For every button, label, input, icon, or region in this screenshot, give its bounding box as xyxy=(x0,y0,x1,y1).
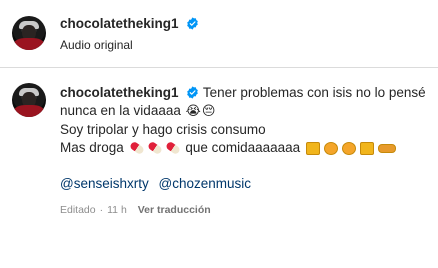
caption-text-4b: que comidaaaaaaa xyxy=(185,140,301,155)
caption-text-4a: Mas droga xyxy=(60,140,124,155)
avatar[interactable] xyxy=(12,16,46,50)
comment-avatar[interactable] xyxy=(12,83,46,117)
audio-link[interactable]: Audio original xyxy=(60,38,133,52)
verified-badge-icon xyxy=(187,17,199,30)
pill-icon xyxy=(146,141,163,156)
crying-face-icon: 😭 xyxy=(185,104,201,119)
potato-icon xyxy=(323,141,338,155)
timestamp[interactable]: 11 h xyxy=(107,204,127,216)
mention-link[interactable]: @chozenmusic xyxy=(159,176,252,191)
mentions: @senseishxrty @chozenmusic xyxy=(60,175,432,193)
caption-line-4: Mas droga que comidaaaaaaa xyxy=(60,139,432,157)
translate-button[interactable]: Ver traducción xyxy=(138,204,211,216)
username-link[interactable]: chocolatetheking1 xyxy=(60,16,199,32)
caption-text-2: nunca en la vidaaaa xyxy=(60,103,181,118)
edited-label: Editado xyxy=(60,204,96,216)
cookie-icon xyxy=(341,141,356,155)
pill-icon xyxy=(128,141,145,156)
caption-line-1: chocolatetheking1 Tener problemas con is… xyxy=(60,84,432,102)
sad-face-icon: 😔 xyxy=(201,104,216,119)
post-meta: Editado · 11 h Ver traducción xyxy=(60,204,211,216)
separator-dot: · xyxy=(99,204,104,216)
caption-line-3: Soy tripolar y hago crisis consumo xyxy=(60,122,266,137)
caption-username[interactable]: chocolatetheking1 xyxy=(60,85,179,100)
mention-link[interactable]: @senseishxrty xyxy=(60,176,149,191)
pill-icon xyxy=(164,141,181,156)
username-text[interactable]: chocolatetheking1 xyxy=(60,16,179,31)
butter-icon xyxy=(359,141,374,155)
caption-text-1: Tener problemas con isis no lo pensé xyxy=(202,85,426,100)
post-header: chocolatetheking1 Audio original xyxy=(0,0,438,68)
bread-icon xyxy=(377,143,396,153)
post-caption: chocolatetheking1 Tener problemas con is… xyxy=(60,84,432,193)
caption-line-2: nunca en la vidaaaa 😭😔 xyxy=(60,102,432,121)
divider xyxy=(0,67,438,68)
verified-badge-icon xyxy=(187,86,199,99)
cheese-icon xyxy=(305,141,320,155)
